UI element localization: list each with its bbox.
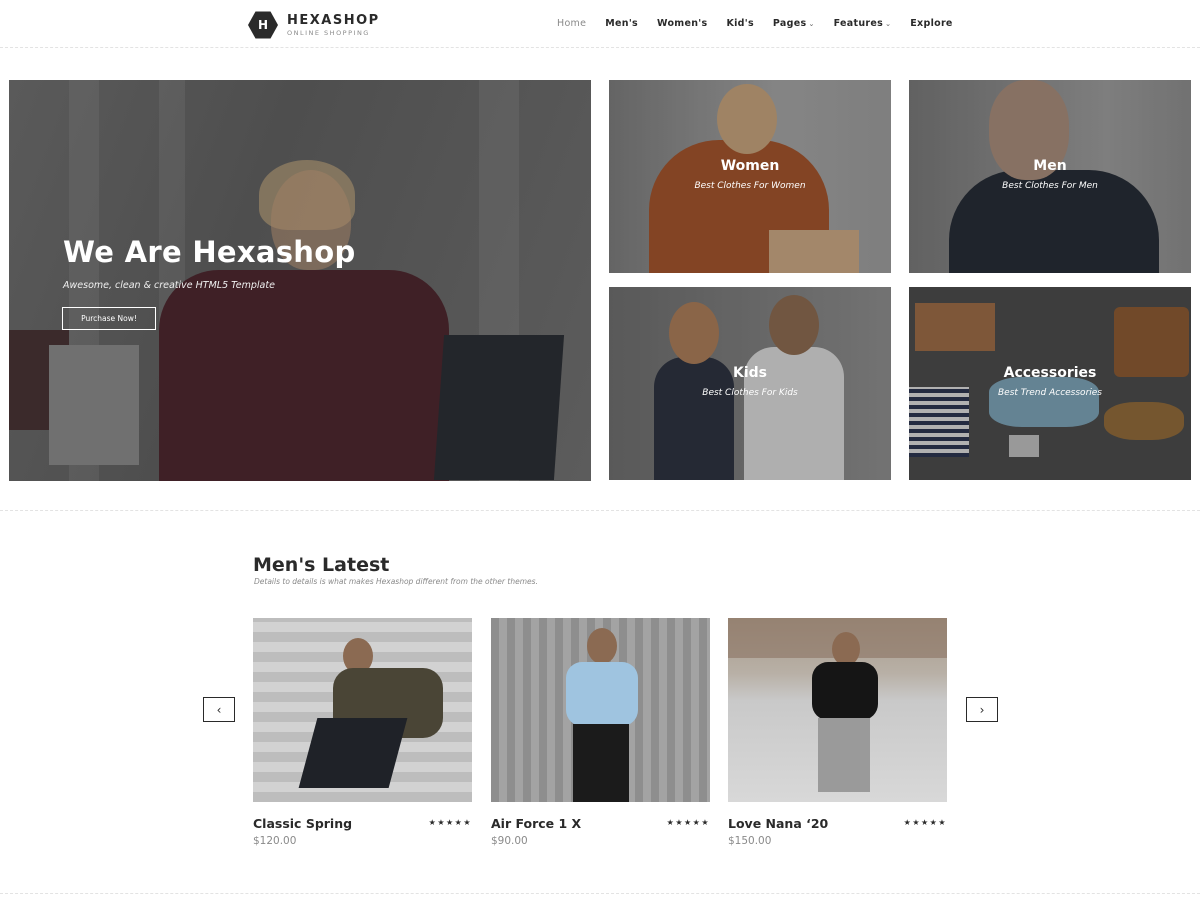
- product-model-face: [832, 632, 860, 666]
- tile-overlay: [609, 287, 891, 480]
- chevron-right-icon: ›: [979, 702, 985, 717]
- nav-item-features-label: Features: [833, 18, 884, 29]
- hero-shopping-bag: [49, 345, 139, 465]
- product-image[interactable]: [728, 618, 947, 802]
- section-subtitle: Details to details is what makes Hexasho…: [254, 577, 538, 586]
- purchase-now-button[interactable]: Purchase Now!: [62, 307, 156, 330]
- category-tile-men[interactable]: Men Best Clothes For Men: [909, 80, 1191, 273]
- hero-subtitle: Awesome, clean & creative HTML5 Template: [63, 280, 275, 291]
- section-divider: [0, 510, 1200, 511]
- product-image[interactable]: [491, 618, 710, 802]
- tile-overlay: [909, 287, 1191, 480]
- chevron-down-icon: ⌄: [885, 20, 892, 28]
- product-image[interactable]: [253, 618, 472, 802]
- category-tile-accessories[interactable]: Accessories Best Trend Accessories: [909, 287, 1191, 480]
- product-card[interactable]: Love Nana ‘20 ★★★★★ $150.00: [728, 618, 947, 847]
- category-title: Men: [1033, 158, 1067, 174]
- product-model-pants: [573, 724, 629, 802]
- chevron-down-icon: ⌄: [808, 20, 815, 28]
- category-subtitle: Best Clothes For Men: [1002, 181, 1098, 191]
- nav-item-pages[interactable]: Pages ⌄: [773, 18, 815, 29]
- product-name[interactable]: Air Force 1 X: [491, 816, 581, 831]
- site-header: H HEXASHOP ONLINE SHOPPING Home Men's Wo…: [0, 0, 1200, 48]
- nav-item-home[interactable]: Home: [557, 18, 586, 29]
- product-card[interactable]: Classic Spring ★★★★★ $120.00: [253, 618, 472, 847]
- carousel-prev-button[interactable]: ‹: [203, 697, 235, 722]
- nav-item-features[interactable]: Features ⌄: [834, 18, 892, 29]
- category-title: Kids: [732, 365, 767, 381]
- product-model-face: [587, 628, 617, 664]
- category-title: Accessories: [1003, 365, 1097, 381]
- logo-title: HEXASHOP: [287, 12, 380, 28]
- nav-item-kids[interactable]: Kid's: [726, 18, 753, 29]
- carousel-next-button[interactable]: ›: [966, 697, 998, 722]
- product-price: $150.00: [728, 835, 772, 847]
- category-tile-women[interactable]: Women Best Clothes For Women: [609, 80, 891, 273]
- logo[interactable]: H HEXASHOP ONLINE SHOPPING: [248, 10, 380, 40]
- category-tile-kids[interactable]: Kids Best Clothes For Kids: [609, 287, 891, 480]
- product-card[interactable]: Air Force 1 X ★★★★★ $90.00: [491, 618, 710, 847]
- product-model-denim-jacket: [566, 662, 638, 726]
- category-subtitle: Best Clothes For Women: [694, 181, 806, 191]
- category-subtitle: Best Clothes For Kids: [702, 388, 798, 398]
- product-rating: ★★★★★: [428, 818, 472, 827]
- hero-banner: We Are Hexashop Awesome, clean & creativ…: [9, 80, 591, 481]
- nav-item-explore[interactable]: Explore: [910, 18, 952, 29]
- tile-overlay: [609, 80, 891, 273]
- product-rating: ★★★★★: [666, 818, 710, 827]
- nav-item-pages-label: Pages: [772, 18, 807, 29]
- product-rating: ★★★★★: [903, 818, 947, 827]
- product-model-jeans: [298, 718, 408, 788]
- logo-subtitle: ONLINE SHOPPING: [287, 28, 370, 37]
- logo-hexagon-icon: H: [248, 11, 278, 39]
- category-title: Women: [720, 158, 780, 174]
- product-name[interactable]: Classic Spring: [253, 816, 352, 831]
- hero-model-dress: [159, 270, 449, 481]
- product-name[interactable]: Love Nana ‘20: [728, 816, 828, 831]
- tile-overlay: [909, 80, 1191, 273]
- product-price: $90.00: [491, 835, 528, 847]
- nav-item-mens[interactable]: Men's: [605, 18, 638, 29]
- product-model-pants: [818, 718, 870, 792]
- hero-shopping-bag: [433, 335, 565, 480]
- category-subtitle: Best Trend Accessories: [997, 388, 1102, 398]
- logo-text: HEXASHOP ONLINE SHOPPING: [287, 14, 380, 37]
- main-nav: Home Men's Women's Kid's Pages ⌄ Features…: [557, 18, 972, 29]
- nav-item-womens[interactable]: Women's: [657, 18, 707, 29]
- product-model-sweater: [812, 662, 878, 720]
- section-divider: [0, 893, 1200, 894]
- section-title: Men's Latest: [253, 554, 390, 576]
- chevron-left-icon: ‹: [216, 702, 222, 717]
- product-price: $120.00: [253, 835, 297, 847]
- hero-title: We Are Hexashop: [63, 235, 356, 269]
